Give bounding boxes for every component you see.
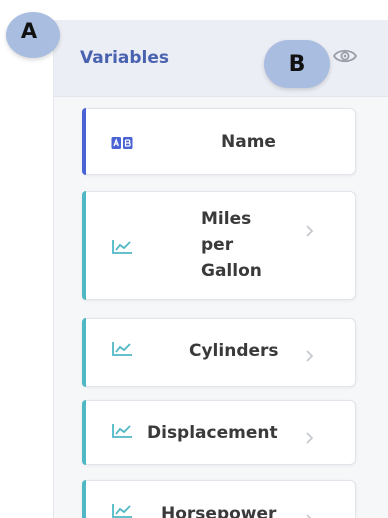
variable-item-displacement[interactable]: Displacement (82, 400, 356, 465)
variable-label: Name (221, 132, 276, 152)
variable-item-miles-per-gallon[interactable]: Miles per Gallon (82, 191, 356, 300)
variable-item-name[interactable]: Name (82, 108, 356, 175)
chevron-right-icon[interactable] (305, 224, 315, 238)
line-chart-icon (112, 504, 132, 518)
line-chart-icon (112, 240, 132, 254)
page: Variables Name Miles per Gallon Cylinder… (0, 0, 388, 518)
chevron-right-icon[interactable] (305, 349, 315, 363)
panel-title: Variables (80, 48, 170, 68)
panel-header: Variables (54, 20, 388, 97)
variable-label: Cylinders (189, 341, 279, 361)
line-chart-icon (112, 342, 132, 356)
categorical-icon (111, 137, 133, 149)
eye-icon[interactable] (332, 46, 358, 66)
variable-item-horsepower[interactable]: Horsepower (82, 480, 356, 518)
variable-label: Horsepower (161, 504, 277, 518)
variable-label: Miles per Gallon (201, 209, 262, 281)
variable-label: Displacement (147, 423, 278, 443)
variable-item-cylinders[interactable]: Cylinders (82, 318, 356, 387)
annotation-badge-a: A (6, 12, 60, 58)
line-chart-icon (112, 424, 132, 438)
chevron-right-icon[interactable] (305, 431, 315, 445)
chevron-right-icon[interactable] (305, 513, 315, 518)
annotation-badge-b: B (264, 40, 330, 88)
